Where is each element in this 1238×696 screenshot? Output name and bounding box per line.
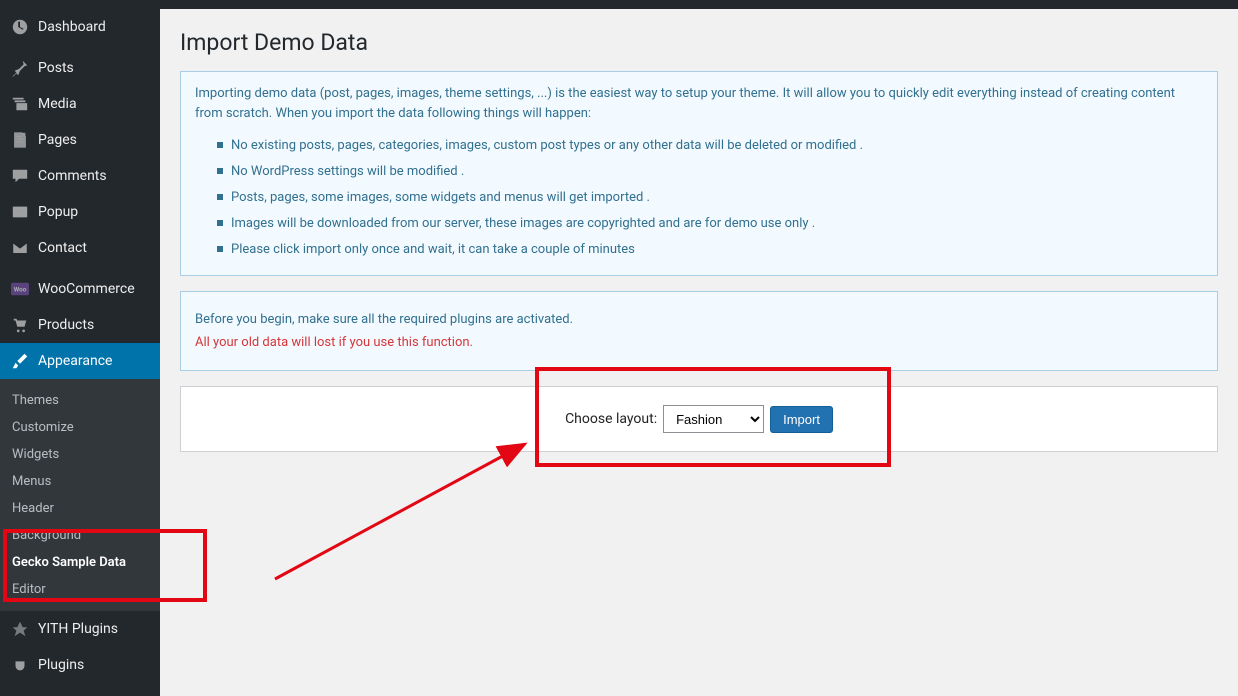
sidebar-item-appearance[interactable]: Appearance bbox=[0, 343, 160, 379]
yith-icon bbox=[10, 619, 30, 639]
info-list: No existing posts, pages, categories, im… bbox=[231, 133, 1203, 263]
sidebar-item-label: Appearance bbox=[38, 353, 112, 369]
main-container: Dashboard Posts Media Pages Commen bbox=[0, 9, 1238, 696]
sidebar-item-label: Plugins bbox=[38, 657, 84, 673]
sidebar-item-label: Comments bbox=[38, 168, 107, 184]
submenu-gecko-sample-data[interactable]: Gecko Sample Data bbox=[0, 549, 160, 576]
info-box: Importing demo data (post, pages, images… bbox=[180, 71, 1218, 276]
sidebar-item-posts[interactable]: Posts bbox=[0, 50, 160, 86]
import-panel: Choose layout: Fashion Import bbox=[180, 386, 1218, 452]
media-icon bbox=[10, 94, 30, 114]
sidebar-item-label: Dashboard bbox=[38, 19, 106, 35]
submenu-header[interactable]: Header bbox=[0, 495, 160, 522]
envelope-icon bbox=[10, 238, 30, 258]
appearance-submenu: Themes Customize Widgets Menus Header Ba… bbox=[0, 379, 160, 611]
info-bullet: No existing posts, pages, categories, im… bbox=[231, 133, 1203, 159]
warning-box: Before you begin, make sure all the requ… bbox=[180, 291, 1218, 371]
popup-icon bbox=[10, 202, 30, 222]
woo-icon: Woo bbox=[10, 279, 30, 299]
sidebar-item-label: Media bbox=[38, 96, 77, 112]
sidebar-item-label: Posts bbox=[38, 60, 74, 76]
sidebar-item-plugins[interactable]: Plugins bbox=[0, 647, 160, 683]
info-intro: Importing demo data (post, pages, images… bbox=[195, 84, 1203, 123]
pages-icon bbox=[10, 130, 30, 150]
brush-icon bbox=[10, 351, 30, 371]
sidebar-item-media[interactable]: Media bbox=[0, 86, 160, 122]
sidebar-item-products[interactable]: Products bbox=[0, 307, 160, 343]
sidebar-item-contact[interactable]: Contact bbox=[0, 230, 160, 266]
pin-icon bbox=[10, 58, 30, 78]
submenu-background[interactable]: Background bbox=[0, 522, 160, 549]
info-bullet: Images will be downloaded from our serve… bbox=[231, 211, 1203, 237]
sidebar-item-label: Products bbox=[38, 317, 94, 333]
import-button[interactable]: Import bbox=[770, 406, 833, 433]
sidebar-item-woocommerce[interactable]: Woo WooCommerce bbox=[0, 271, 160, 307]
admin-sidebar: Dashboard Posts Media Pages Commen bbox=[0, 9, 160, 696]
submenu-menus[interactable]: Menus bbox=[0, 468, 160, 495]
page-title: Import Demo Data bbox=[180, 29, 1218, 56]
submenu-customize[interactable]: Customize bbox=[0, 414, 160, 441]
dashboard-icon bbox=[10, 17, 30, 37]
submenu-themes[interactable]: Themes bbox=[0, 387, 160, 414]
plugin-icon bbox=[10, 655, 30, 675]
sidebar-item-label: Popup bbox=[38, 204, 78, 220]
info-bullet: No WordPress settings will be modified . bbox=[231, 159, 1203, 185]
products-icon bbox=[10, 315, 30, 335]
submenu-widgets[interactable]: Widgets bbox=[0, 441, 160, 468]
sidebar-item-yith[interactable]: YITH Plugins bbox=[0, 611, 160, 647]
choose-layout-label: Choose layout: bbox=[565, 411, 657, 427]
sidebar-item-label: YITH Plugins bbox=[38, 621, 118, 637]
layout-select[interactable]: Fashion bbox=[663, 405, 764, 433]
svg-text:Woo: Woo bbox=[14, 286, 27, 294]
sidebar-item-dashboard[interactable]: Dashboard bbox=[0, 9, 160, 45]
comments-icon bbox=[10, 166, 30, 186]
sidebar-item-popup[interactable]: Popup bbox=[0, 194, 160, 230]
sidebar-item-pages[interactable]: Pages bbox=[0, 122, 160, 158]
sidebar-item-comments[interactable]: Comments bbox=[0, 158, 160, 194]
submenu-editor[interactable]: Editor bbox=[0, 576, 160, 603]
info-bullet: Please click import only once and wait, … bbox=[231, 237, 1203, 263]
sidebar-item-label: Pages bbox=[38, 132, 77, 148]
content-area: Import Demo Data Importing demo data (po… bbox=[160, 9, 1238, 696]
sidebar-item-label: Contact bbox=[38, 240, 87, 256]
admin-topbar bbox=[0, 0, 1238, 9]
warning-line-2: All your old data will lost if you use t… bbox=[195, 335, 1203, 350]
sidebar-item-label: WooCommerce bbox=[38, 281, 135, 297]
warning-line-1: Before you begin, make sure all the requ… bbox=[195, 312, 1203, 327]
info-bullet: Posts, pages, some images, some widgets … bbox=[231, 185, 1203, 211]
